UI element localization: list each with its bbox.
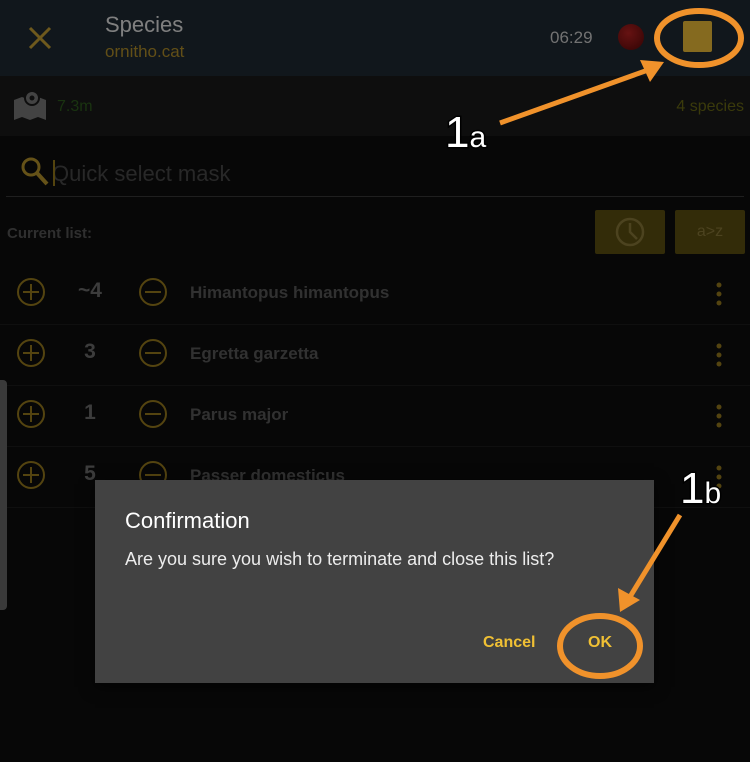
ok-button[interactable]: OK [588,634,612,652]
cancel-button[interactable]: Cancel [483,634,535,652]
dialog-title: Confirmation [125,508,250,533]
annotation-label-1b: 1b [678,463,722,515]
confirmation-dialog: Confirmation Are you sure you wish to te… [95,480,654,683]
dialog-message: Are you sure you wish to terminate and c… [125,549,555,569]
annotation-label-1a: 1a [443,107,487,159]
